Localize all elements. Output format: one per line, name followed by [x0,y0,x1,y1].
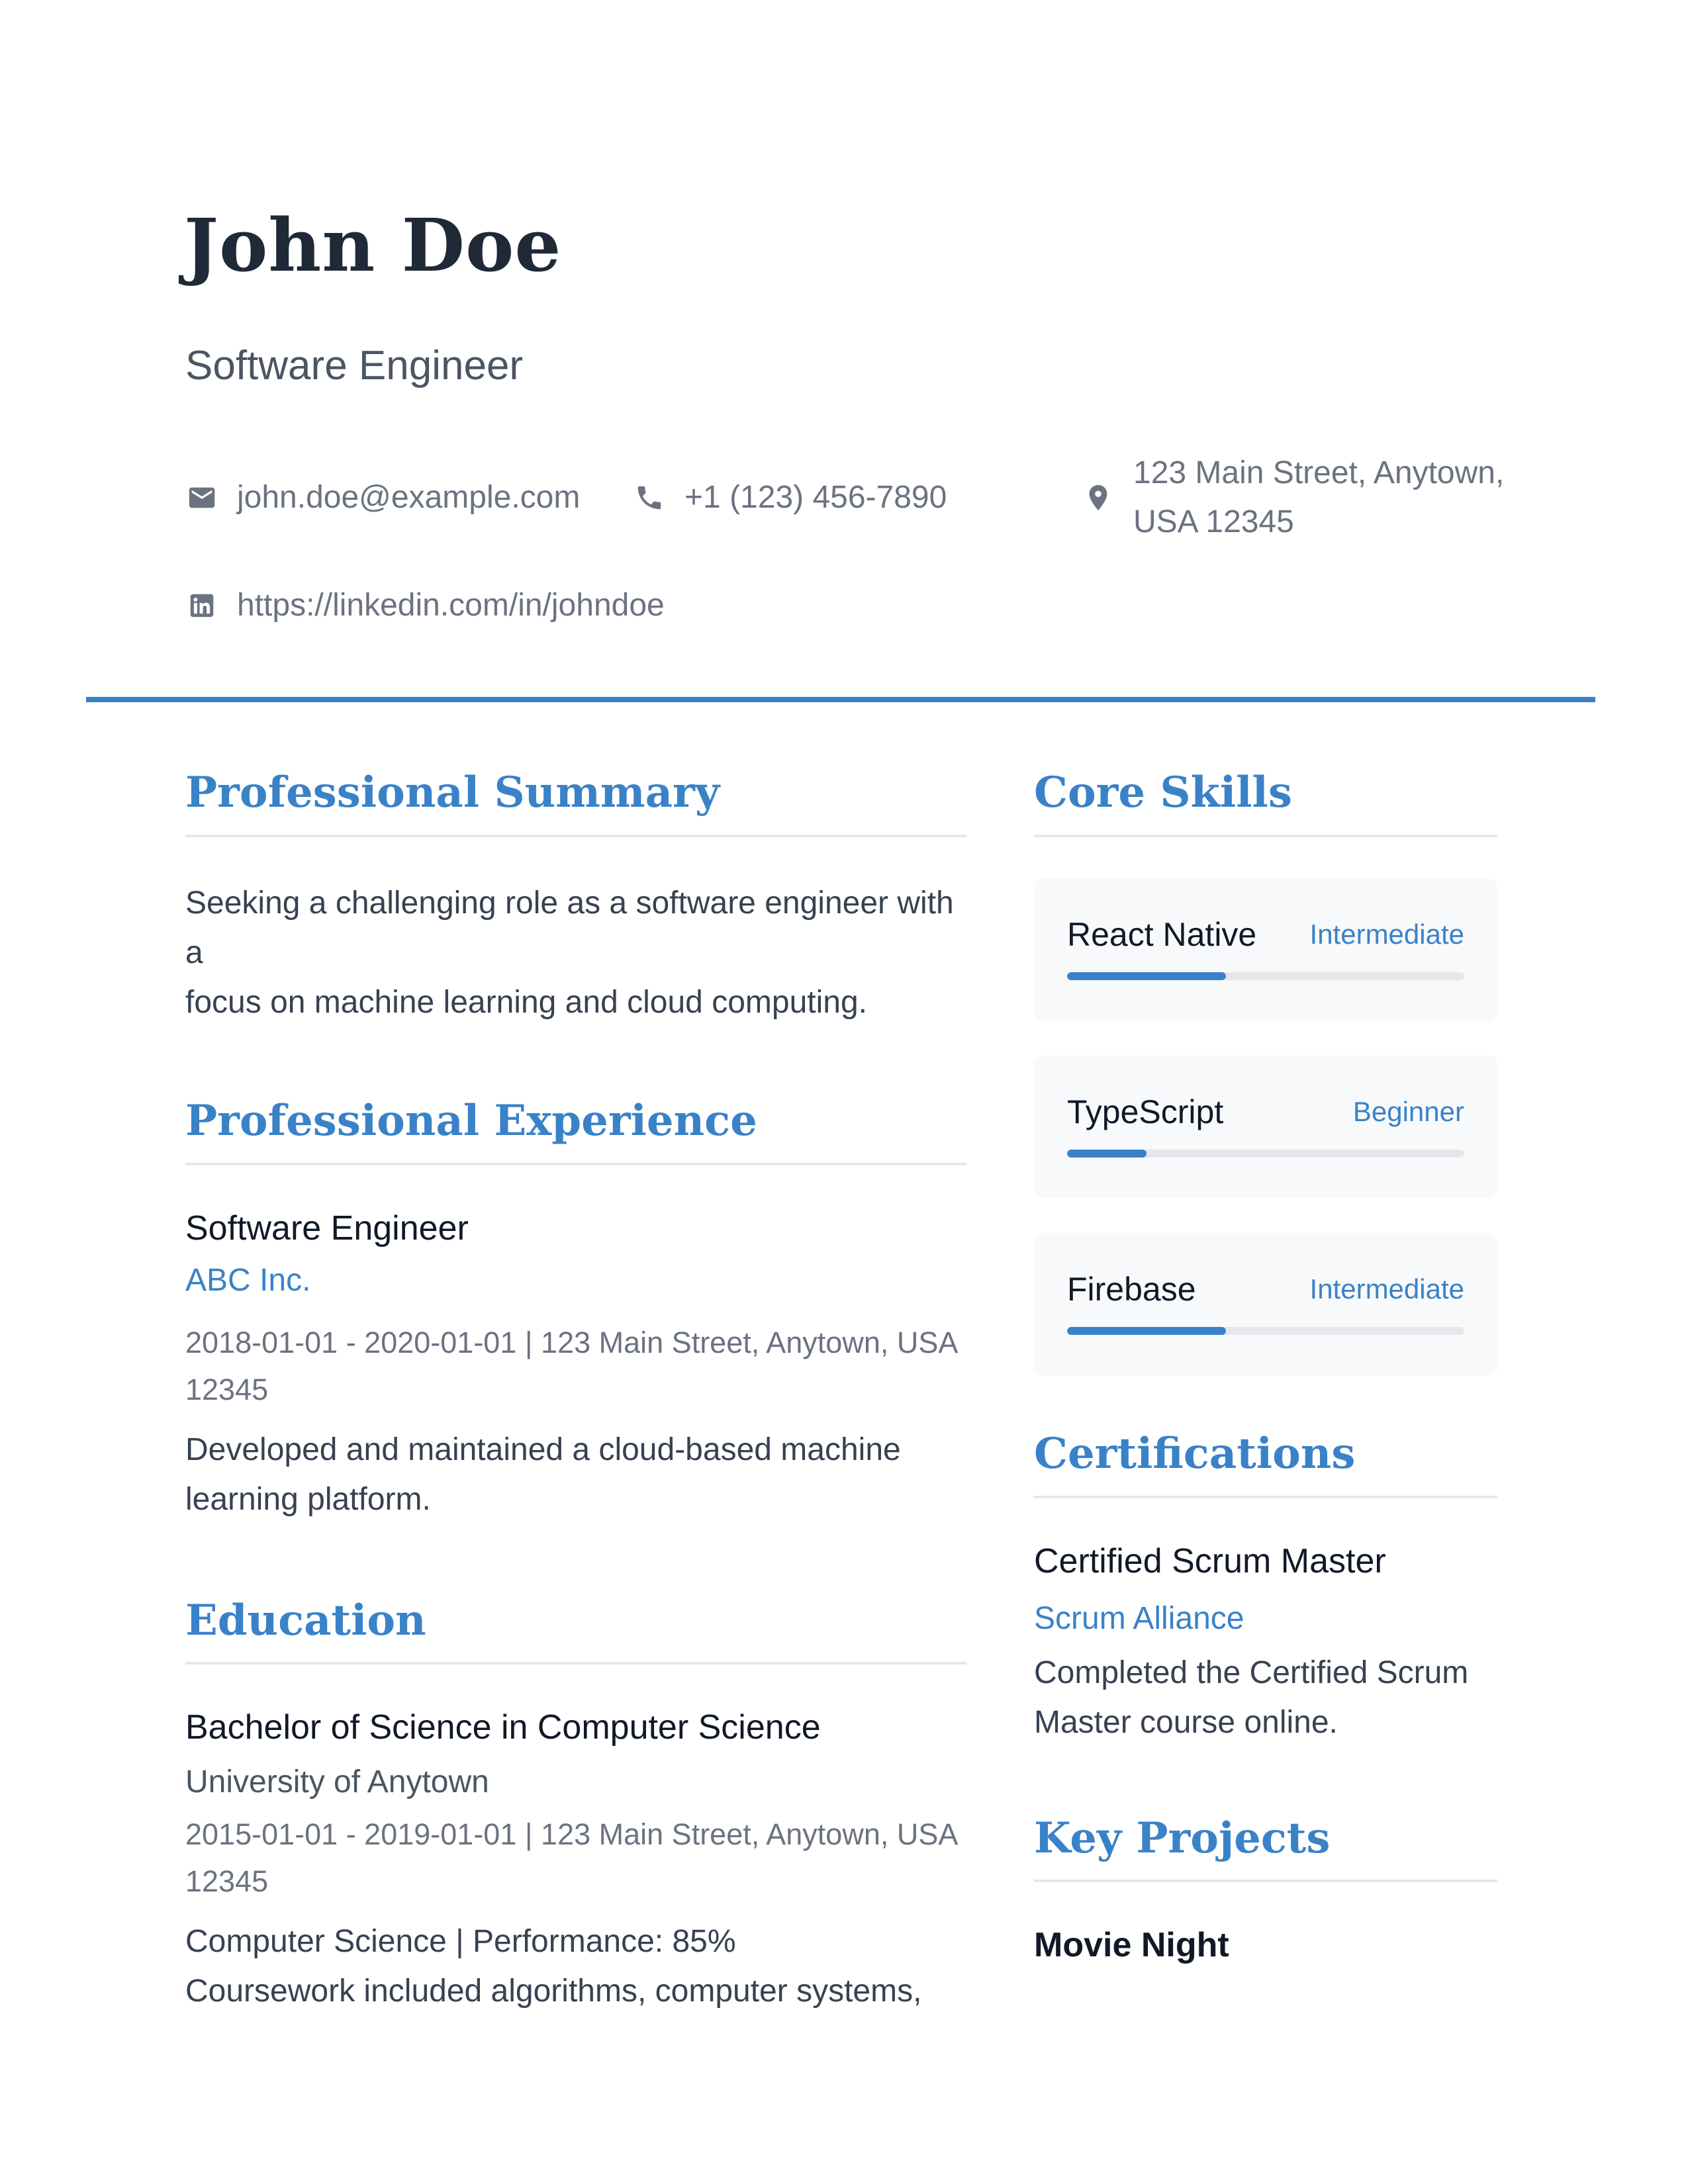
certification-item: Certified Scrum Master Scrum Alliance Co… [1034,1539,1497,1747]
summary-text: Seeking a challenging role as a software… [185,885,954,1020]
skill-card: React Native Intermediate [1034,878,1497,1021]
experience-section: Professional Experience Software Enginee… [185,1096,966,1524]
contact-linkedin[interactable]: https://linkedin.com/in/johndoe [187,581,665,630]
job-title: Software Engineer [185,1208,469,1248]
sidebar-column: Core Skills React Native Intermediate Ty… [1034,768,1497,1968]
school-name: University of Anytown [185,1764,489,1799]
education-section: Education Bachelor of Science in Compute… [185,1596,966,2016]
skill-name: Firebase [1067,1270,1196,1308]
address-line-2: USA 12345 [1133,504,1294,539]
summary-heading: Professional Summary [185,768,966,837]
linkedin-url: https://linkedin.com/in/johndoe [237,588,665,623]
education-heading: Education [185,1596,966,1665]
location-pin-icon [1083,473,1113,522]
address-line-1: 123 Main Street, Anytown, [1133,455,1505,490]
contact-email[interactable]: john.doe@example.com [187,473,580,522]
skill-progress-bar [1067,1149,1464,1158]
candidate-title: Software Engineer [185,343,524,388]
skill-progress-bar [1067,1326,1464,1335]
candidate-name: John Doe [184,203,562,288]
education-item: Bachelor of Science in Computer Science … [185,1706,966,2016]
project-name: Movie Night [1034,1926,1229,1965]
phone-icon [634,473,665,522]
project-item: Movie Night [1034,1923,1497,1968]
phone-text: +1 (123) 456-7890 [684,480,947,515]
skill-card: Firebase Intermediate [1034,1232,1497,1376]
skill-level: Beginner [1352,1095,1464,1127]
email-icon [187,473,217,522]
projects-heading: Key Projects [1034,1813,1497,1883]
contact-address: 123 Main Street, Anytown, USA 12345 [1083,449,1507,547]
skills-heading: Core Skills [1034,768,1497,837]
projects-section: Key Projects Movie Night [1034,1813,1497,1968]
skill-progress-bar [1067,972,1464,980]
job-description: Developed and maintained a cloud-based m… [185,1432,901,1517]
skill-progress-fill [1067,972,1226,980]
skill-name: TypeScript [1067,1093,1224,1130]
certifications-section: Certifications Certified Scrum Master Sc… [1034,1429,1497,1747]
experience-item: Software Engineer ABC Inc. 2018-01-01 - … [185,1206,966,1524]
certification-description: Completed the Certified Scrum Master cou… [1034,1655,1469,1740]
education-description: Computer Science | Performance: 85% Cour… [185,1923,922,2009]
skill-progress-fill [1067,1326,1226,1335]
contact-phone[interactable]: +1 (123) 456-7890 [634,473,947,522]
skill-level: Intermediate [1309,1273,1464,1304]
certification-issuer: Scrum Alliance [1034,1601,1244,1637]
skill-name: React Native [1067,915,1257,953]
job-meta: 2018-01-01 - 2020-01-01 | 123 Main Stree… [185,1325,959,1406]
email-text: john.doe@example.com [237,480,581,515]
skill-card: TypeScript Beginner [1034,1055,1497,1199]
skills-section: Core Skills React Native Intermediate Ty… [1034,768,1497,1376]
skills-list: React Native Intermediate TypeScript Beg… [1034,878,1497,1376]
skill-level: Intermediate [1309,918,1464,950]
skill-progress-fill [1067,1149,1147,1158]
summary-section: Professional Summary Seeking a challengi… [185,768,966,1027]
header-divider [86,697,1595,702]
education-meta: 2015-01-01 - 2019-01-01 | 123 Main Stree… [185,1817,959,1898]
main-column: Professional Summary Seeking a challengi… [185,768,966,2016]
company-name: ABC Inc. [185,1263,311,1298]
certification-name: Certified Scrum Master [1034,1541,1386,1580]
linkedin-icon [187,581,217,630]
certifications-heading: Certifications [1034,1429,1497,1498]
degree-title: Bachelor of Science in Computer Science [185,1708,821,1747]
experience-heading: Professional Experience [185,1096,966,1165]
